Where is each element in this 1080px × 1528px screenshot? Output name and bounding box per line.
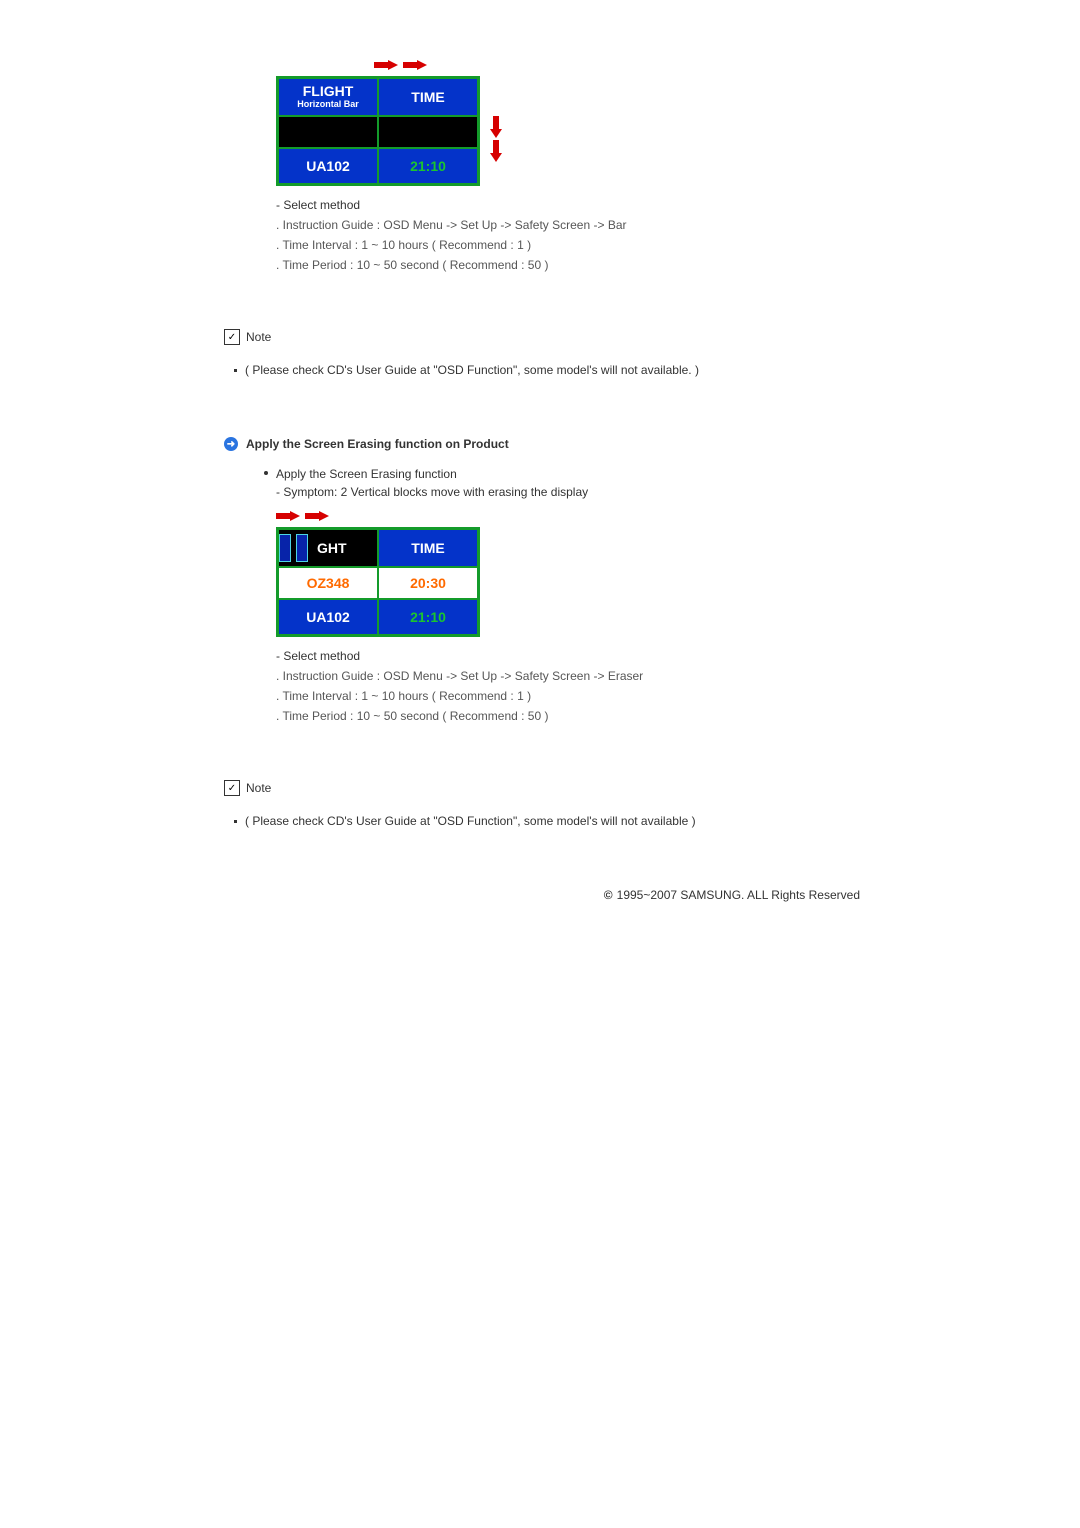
row2-flight: OZ348 (307, 124, 350, 140)
select-method-1: - Select method (276, 196, 1080, 214)
erasing-heading: ➜ Apply the Screen Erasing function on P… (224, 437, 864, 451)
flight-table-eraser: GHT TIME OZ348 20:30 UA102 21:10 (276, 527, 480, 637)
erasing-bullet: Apply the Screen Erasing function - Symp… (264, 465, 864, 501)
bullet-dot-icon (234, 369, 237, 372)
horizontal-arrows-icon (374, 60, 1080, 70)
interval-1: . Time Interval : 1 ~ 10 hours ( Recomme… (276, 236, 1080, 254)
row3-time: 21:10 (379, 147, 477, 183)
flight-table-bar: FLIGHT Horizontal Bar TIME OZ348 20:30 U… (276, 76, 480, 186)
note-heading-2: ✓ Note (224, 780, 864, 796)
bullet-dot-icon-2 (234, 820, 237, 823)
checkbox-icon: ✓ (224, 329, 240, 345)
horizontal-bar-sub: Horizontal Bar (297, 98, 359, 111)
horizontal-arrows-icon-2 (276, 511, 1080, 521)
copyright-text: 1995~2007 SAMSUNG. ALL Rights Reserved (617, 888, 860, 902)
flight-header: FLIGHT (303, 85, 354, 98)
note-heading-1: ✓ Note (224, 329, 864, 345)
checkbox-icon-2: ✓ (224, 780, 240, 796)
time-header-2: TIME (379, 530, 477, 568)
copyright-symbol: © (604, 888, 613, 902)
guide-2: . Instruction Guide : OSD Menu -> Set Up… (276, 667, 1080, 685)
guide-1: . Instruction Guide : OSD Menu -> Set Up… (276, 216, 1080, 234)
period-1: . Time Period : 10 ~ 50 second ( Recomme… (276, 256, 1080, 274)
erasing-line1: Apply the Screen Erasing function (276, 465, 588, 483)
note-text-1: ( Please check CD's User Guide at "OSD F… (234, 363, 864, 377)
ght-label: GHT (317, 540, 347, 556)
vertical-arrows-icon (490, 116, 502, 162)
bar-function-illustration: FLIGHT Horizontal Bar TIME OZ348 20:30 U… (276, 60, 1080, 186)
disc-icon (264, 471, 268, 475)
arrow-circle-icon: ➜ (224, 437, 238, 451)
select-method-2: - Select method (276, 647, 1080, 665)
interval-2: . Time Interval : 1 ~ 10 hours ( Recomme… (276, 687, 1080, 705)
eraser-function-illustration: GHT TIME OZ348 20:30 UA102 21:10 (276, 511, 1080, 637)
row3-flight: UA102 (279, 147, 379, 183)
row3-time-2: 21:10 (379, 598, 477, 634)
erasing-line2: - Symptom: 2 Vertical blocks move with e… (276, 483, 588, 501)
time-header: TIME (379, 79, 477, 117)
note-text-2: ( Please check CD's User Guide at "OSD F… (234, 814, 864, 828)
period-2: . Time Period : 10 ~ 50 second ( Recomme… (276, 707, 1080, 725)
eraser-blocks-icon (279, 534, 308, 562)
row2-time: 20:30 (410, 124, 446, 140)
row2-flight-2: OZ348 (279, 568, 379, 598)
copyright: © 1995~2007 SAMSUNG. ALL Rights Reserved (40, 888, 860, 902)
row3-flight-2: UA102 (279, 598, 379, 634)
row2-time-2: 20:30 (379, 568, 477, 598)
